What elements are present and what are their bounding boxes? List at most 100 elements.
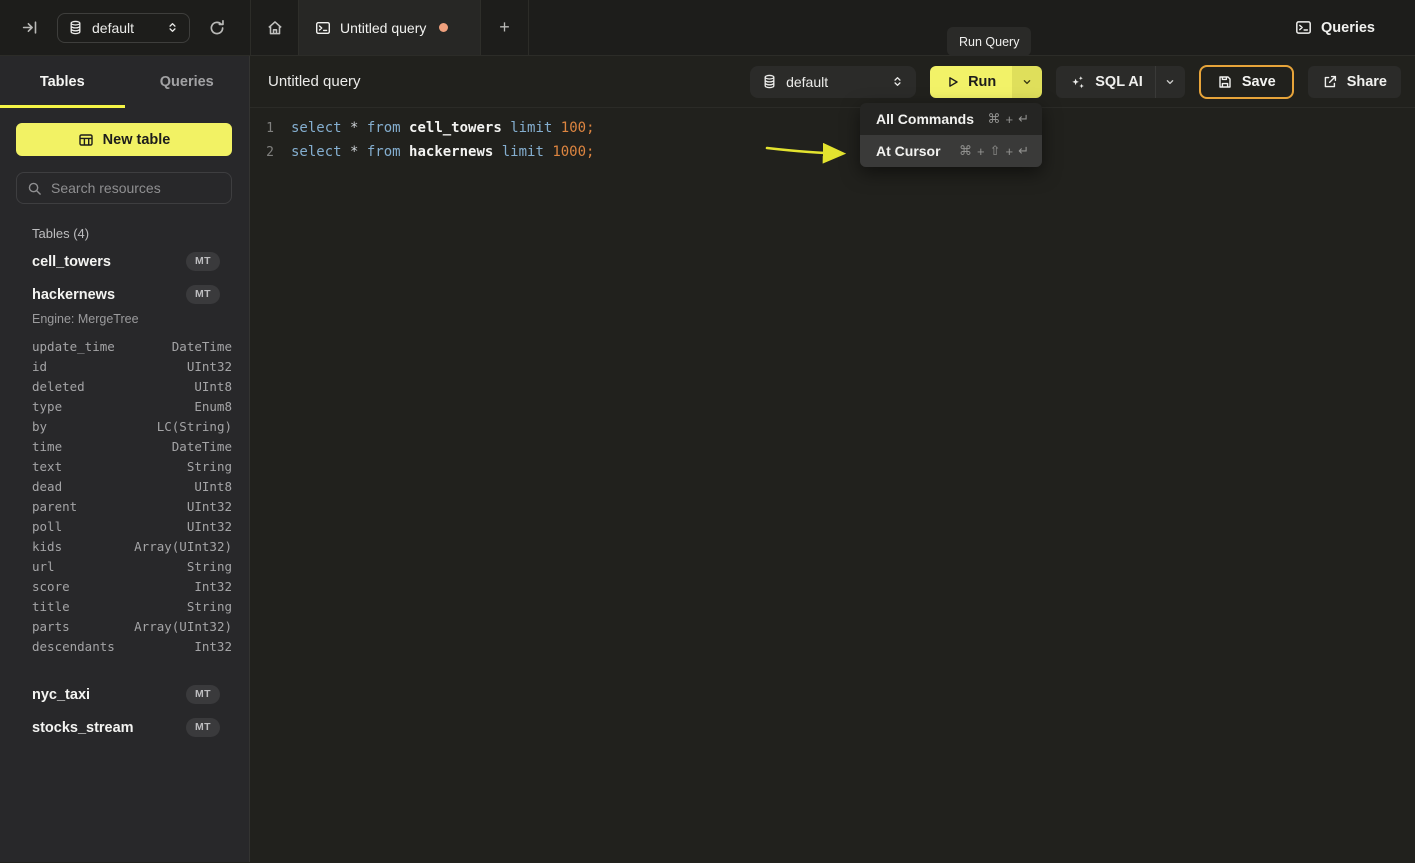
column-name: url <box>32 559 55 574</box>
column-row: urlString <box>0 556 249 576</box>
shortcut-key: + <box>1006 112 1014 127</box>
code-token: 100 <box>561 120 586 136</box>
home-button[interactable] <box>250 0 298 55</box>
sql-editor[interactable]: 1select * from cell_towers limit 100;2se… <box>250 108 1415 862</box>
column-name: parts <box>32 619 70 634</box>
queries-button[interactable]: Queries <box>1295 0 1415 55</box>
tables-list: cell_towersMThackernewsMTEngine: MergeTr… <box>0 245 249 764</box>
column-name: kids <box>32 539 62 554</box>
run-options-menu: All Commands ⌘+↵ At Cursor ⌘+⇧+↵ <box>860 103 1042 167</box>
sparkles-icon <box>1070 74 1086 90</box>
collapse-sidebar-button[interactable] <box>20 17 41 38</box>
column-type: DateTime <box>172 339 232 354</box>
code-token: limit <box>502 144 553 160</box>
column-row: update_time DateTime <box>0 336 249 356</box>
run-button[interactable]: Run <box>930 66 1012 98</box>
tab-untitled-query[interactable]: Untitled query <box>298 0 481 55</box>
column-row: kidsArray(UInt32) <box>0 536 249 556</box>
code-token: from <box>367 144 409 160</box>
new-tab-icon: + <box>499 17 510 38</box>
share-button[interactable]: Share <box>1308 66 1401 98</box>
column-type: Enum8 <box>194 399 232 414</box>
database-icon <box>762 74 777 89</box>
header-database-selector[interactable]: default <box>750 66 916 98</box>
column-row: timeDateTime <box>0 436 249 456</box>
table-row[interactable]: cell_towersMT <box>0 245 249 278</box>
menu-item-all-commands[interactable]: All Commands ⌘+↵ <box>860 103 1042 135</box>
code-token: cell_towers <box>409 120 510 136</box>
run-options-caret-button[interactable] <box>1012 66 1042 98</box>
terminal-icon <box>315 20 331 36</box>
code-token: 1000 <box>552 144 586 160</box>
shortcut-key: + <box>1006 144 1014 159</box>
column-row: title String <box>0 596 249 616</box>
column-row: deadUInt8 <box>0 476 249 496</box>
table-name: nyc_taxi <box>32 687 90 703</box>
column-type: String <box>187 599 232 614</box>
menu-item-label: All Commands <box>876 111 974 127</box>
column-type: UInt32 <box>187 499 232 514</box>
share-icon <box>1322 74 1338 90</box>
sidebar-tab-queries[interactable]: Queries <box>125 56 250 108</box>
code-text: select * from cell_towers limit 100; <box>274 120 595 136</box>
main-area: Untitled query default <box>250 56 1415 862</box>
column-type: LC(String) <box>157 419 232 434</box>
code-line[interactable]: 1select * from cell_towers limit 100; <box>250 116 1415 140</box>
menu-item-at-cursor[interactable]: At Cursor ⌘+⇧+↵ <box>860 135 1042 167</box>
column-type: String <box>187 459 232 474</box>
code-token: * <box>350 144 367 160</box>
sidebar: Tables Queries New table <box>0 56 250 862</box>
run-split-button: Run <box>930 66 1042 98</box>
shortcut-key: + <box>977 144 985 159</box>
column-type: Int32 <box>194 639 232 654</box>
table-row[interactable]: stocks_streamMT <box>0 711 249 744</box>
queries-icon <box>1295 19 1312 36</box>
column-type: Array(UInt32) <box>134 619 232 634</box>
column-row: pollUInt32 <box>0 516 249 536</box>
code-line[interactable]: 2select * from hackernews limit 1000; <box>250 140 1415 164</box>
query-header: Untitled query default <box>250 56 1415 108</box>
run-query-tooltip: Run Query <box>947 27 1031 56</box>
app-window: default <box>0 0 1415 863</box>
table-row[interactable]: nyc_taxiMT <box>0 678 249 711</box>
save-button[interactable]: Save <box>1199 65 1294 99</box>
column-name: deleted <box>32 379 85 394</box>
refresh-button[interactable] <box>206 17 228 39</box>
save-icon <box>1217 74 1233 90</box>
chevron-updown-icon <box>891 75 904 88</box>
topbar-database-selector[interactable]: default <box>57 13 190 43</box>
active-tab-underline <box>0 105 125 108</box>
column-name: dead <box>32 479 62 494</box>
menu-item-label: At Cursor <box>876 143 941 159</box>
collapse-sidebar-icon <box>22 19 39 36</box>
new-table-button-label: New table <box>103 132 171 148</box>
column-row: parentUInt32 <box>0 496 249 516</box>
column-name: title <box>32 599 70 614</box>
sidebar-tab-tables[interactable]: Tables <box>0 56 125 108</box>
column-name: update_time <box>32 339 115 354</box>
sql-ai-button[interactable]: SQL AI <box>1056 66 1155 98</box>
queries-button-label: Queries <box>1321 20 1375 36</box>
new-tab-button[interactable]: + <box>481 0 529 55</box>
column-row: descendantsInt32 <box>0 636 249 656</box>
page-title: Untitled query <box>268 73 361 90</box>
topbar: default <box>0 0 1415 56</box>
new-table-button[interactable]: New table <box>16 123 232 156</box>
code-token: ; <box>586 120 594 136</box>
search-resources-input[interactable] <box>51 180 232 196</box>
column-name: score <box>32 579 70 594</box>
menu-item-shortcut: ⌘+↵ <box>988 111 1030 127</box>
line-number: 2 <box>250 145 274 160</box>
table-row[interactable]: hackernewsMT <box>0 278 249 311</box>
sql-ai-caret-button[interactable] <box>1155 66 1185 98</box>
engine-badge: MT <box>186 718 220 737</box>
sql-ai-split-button: SQL AI <box>1056 66 1185 98</box>
engine-badge: MT <box>186 285 220 304</box>
refresh-icon <box>208 19 226 37</box>
menu-item-shortcut: ⌘+⇧+↵ <box>959 143 1029 159</box>
table-engine-label: Engine: MergeTree <box>0 311 249 333</box>
column-type: Int32 <box>194 579 232 594</box>
search-resources-box <box>16 172 232 204</box>
column-name: poll <box>32 519 62 534</box>
column-list: update_timeDateTimeidUInt32deletedUInt8t… <box>0 333 249 666</box>
